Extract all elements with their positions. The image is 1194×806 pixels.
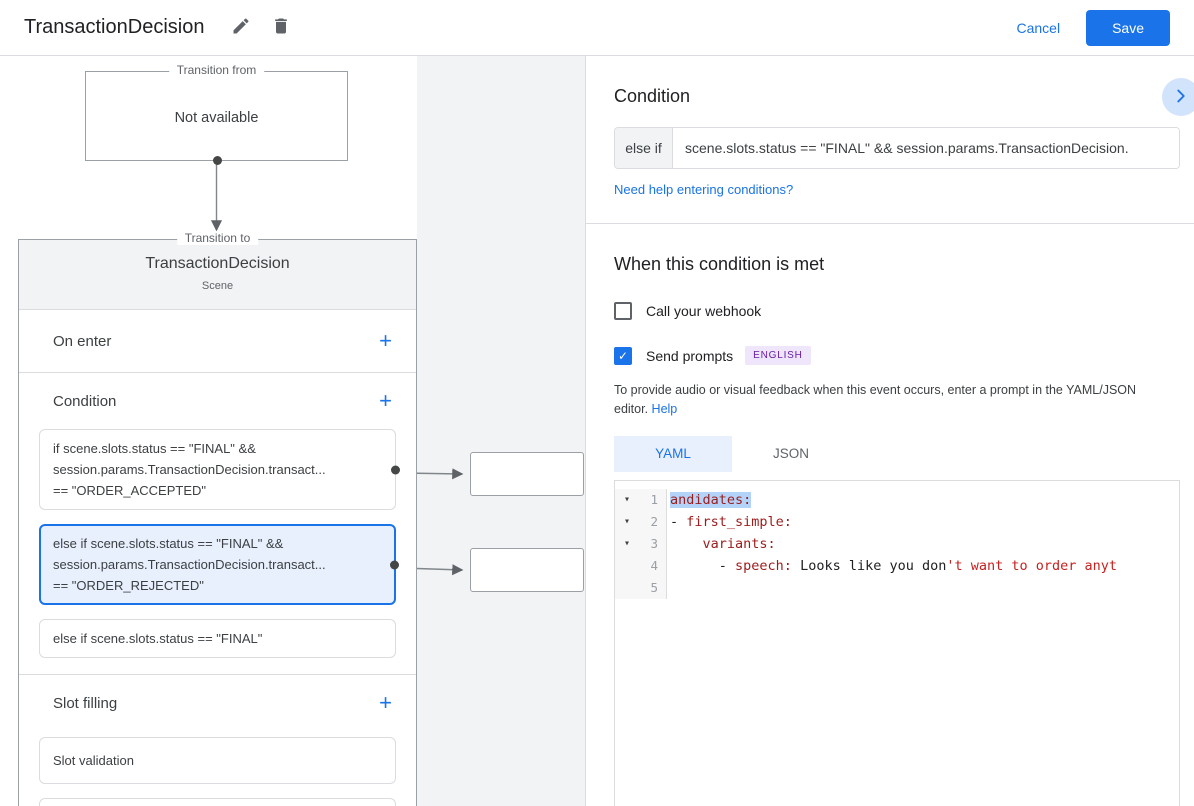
cancel-button[interactable]: Cancel — [1006, 12, 1070, 44]
slot-filling-label: Slot filling — [53, 694, 118, 712]
connector-dot — [390, 560, 399, 569]
prompt-help-link[interactable]: Help — [652, 402, 678, 416]
edit-title-button[interactable] — [224, 11, 258, 45]
add-condition-button[interactable]: + — [371, 386, 400, 416]
transition-to-legend: Transition to — [176, 231, 259, 245]
add-slot-button[interactable]: + — [371, 688, 400, 718]
pencil-icon — [231, 16, 251, 39]
connector-dot — [212, 156, 222, 165]
transition-from-legend: Transition from — [168, 63, 265, 77]
trash-icon — [271, 16, 291, 39]
line-number: 4 — [650, 557, 658, 573]
line-number: 3 — [650, 535, 658, 551]
condition-item-final[interactable]: else if scene.slots.status == "FINAL" — [39, 619, 396, 658]
prompt-description: To provide audio or visual feedback when… — [614, 383, 1137, 417]
code-line: ▾ 1 andidates: — [615, 488, 1179, 511]
condition-section-label: Condition — [53, 392, 117, 410]
editor-tabs: YAML JSON — [614, 435, 1194, 472]
add-on-enter-button[interactable]: + — [371, 326, 400, 356]
transition-from-value: Not available — [174, 110, 259, 126]
fold-toggle-icon[interactable]: ▾ — [615, 533, 639, 555]
delete-scene-button[interactable] — [264, 11, 298, 45]
line-number: 5 — [650, 579, 658, 595]
send-prompts-label: Send prompts — [646, 347, 734, 364]
line-number: 1 — [650, 491, 658, 507]
scene-card-header[interactable]: TransactionDecision Scene — [19, 240, 416, 310]
webhook-row: Call your webhook — [614, 302, 1194, 320]
condition-expression-row: else if — [614, 127, 1180, 169]
condition-item-accepted[interactable]: if scene.slots.status == "FINAL" && sess… — [39, 429, 400, 510]
slot-validation-item[interactable]: Slot validation — [39, 737, 396, 784]
yaml-code-editor[interactable]: ▾ 1 andidates: ▾ 2 - first_simple: ▾ 3 v… — [614, 479, 1180, 806]
code-line: ▾ 2 - first_simple: — [615, 510, 1179, 533]
checkmark-icon: ✓ — [617, 348, 629, 363]
fold-toggle-icon[interactable]: ▾ — [615, 511, 639, 533]
condition-item-rejected-selected[interactable]: else if scene.slots.status == "FINAL" &&… — [39, 524, 399, 605]
canvas-gutter — [417, 56, 585, 806]
send-prompts-checkbox[interactable]: ✓ — [614, 346, 632, 365]
collapse-panel-button[interactable] — [1162, 78, 1194, 116]
code-line: ▾ 3 variants: — [615, 532, 1179, 555]
transition-target-box[interactable] — [470, 452, 584, 496]
tab-json[interactable]: JSON — [732, 436, 850, 472]
panel-title: Condition — [614, 86, 691, 106]
tab-yaml[interactable]: YAML — [614, 435, 732, 472]
transition-target-box[interactable] — [470, 548, 584, 592]
slot-filling-section: Slot filling + Slot validation — [19, 675, 416, 806]
fold-toggle-icon[interactable]: ▾ — [615, 489, 639, 511]
save-button[interactable]: Save — [1086, 9, 1170, 46]
call-webhook-checkbox[interactable] — [614, 302, 632, 320]
scene-canvas: Transition from Not available Transition… — [0, 56, 585, 806]
condition-section: Condition + if scene.slots.status == "FI… — [19, 373, 416, 674]
language-badge: ENGLISH — [745, 346, 811, 365]
transition-from-box: Transition from Not available — [85, 63, 348, 165]
line-number: 2 — [650, 513, 658, 529]
call-webhook-label: Call your webhook — [646, 303, 762, 319]
send-prompts-row: ✓ Send prompts ENGLISH — [614, 346, 1194, 365]
when-condition-met-title: When this condition is met — [614, 254, 825, 274]
on-enter-section: On enter + — [19, 310, 416, 373]
condition-editor-panel: Condition else if Need help entering con… — [585, 56, 1194, 806]
condition-expression-input[interactable] — [673, 128, 1179, 168]
condition-operator-label: else if — [615, 128, 673, 168]
connector-dot — [391, 465, 400, 474]
topbar: TransactionDecision Cancel Save — [0, 0, 1194, 56]
list-item[interactable] — [39, 798, 396, 806]
scene-card: Transition to TransactionDecision Scene … — [18, 231, 417, 806]
chevron-right-icon — [1170, 85, 1192, 110]
code-line: 5 — [615, 576, 1179, 599]
code-line: 4 - speech: Looks like you don't want to… — [615, 554, 1179, 577]
scene-title: TransactionDecision — [145, 255, 290, 272]
scene-subtitle: Scene — [201, 280, 234, 292]
panel-divider — [586, 223, 1194, 224]
page-title: TransactionDecision — [24, 16, 205, 38]
condition-help-link[interactable]: Need help entering conditions? — [614, 182, 793, 197]
on-enter-label: On enter — [53, 332, 112, 350]
